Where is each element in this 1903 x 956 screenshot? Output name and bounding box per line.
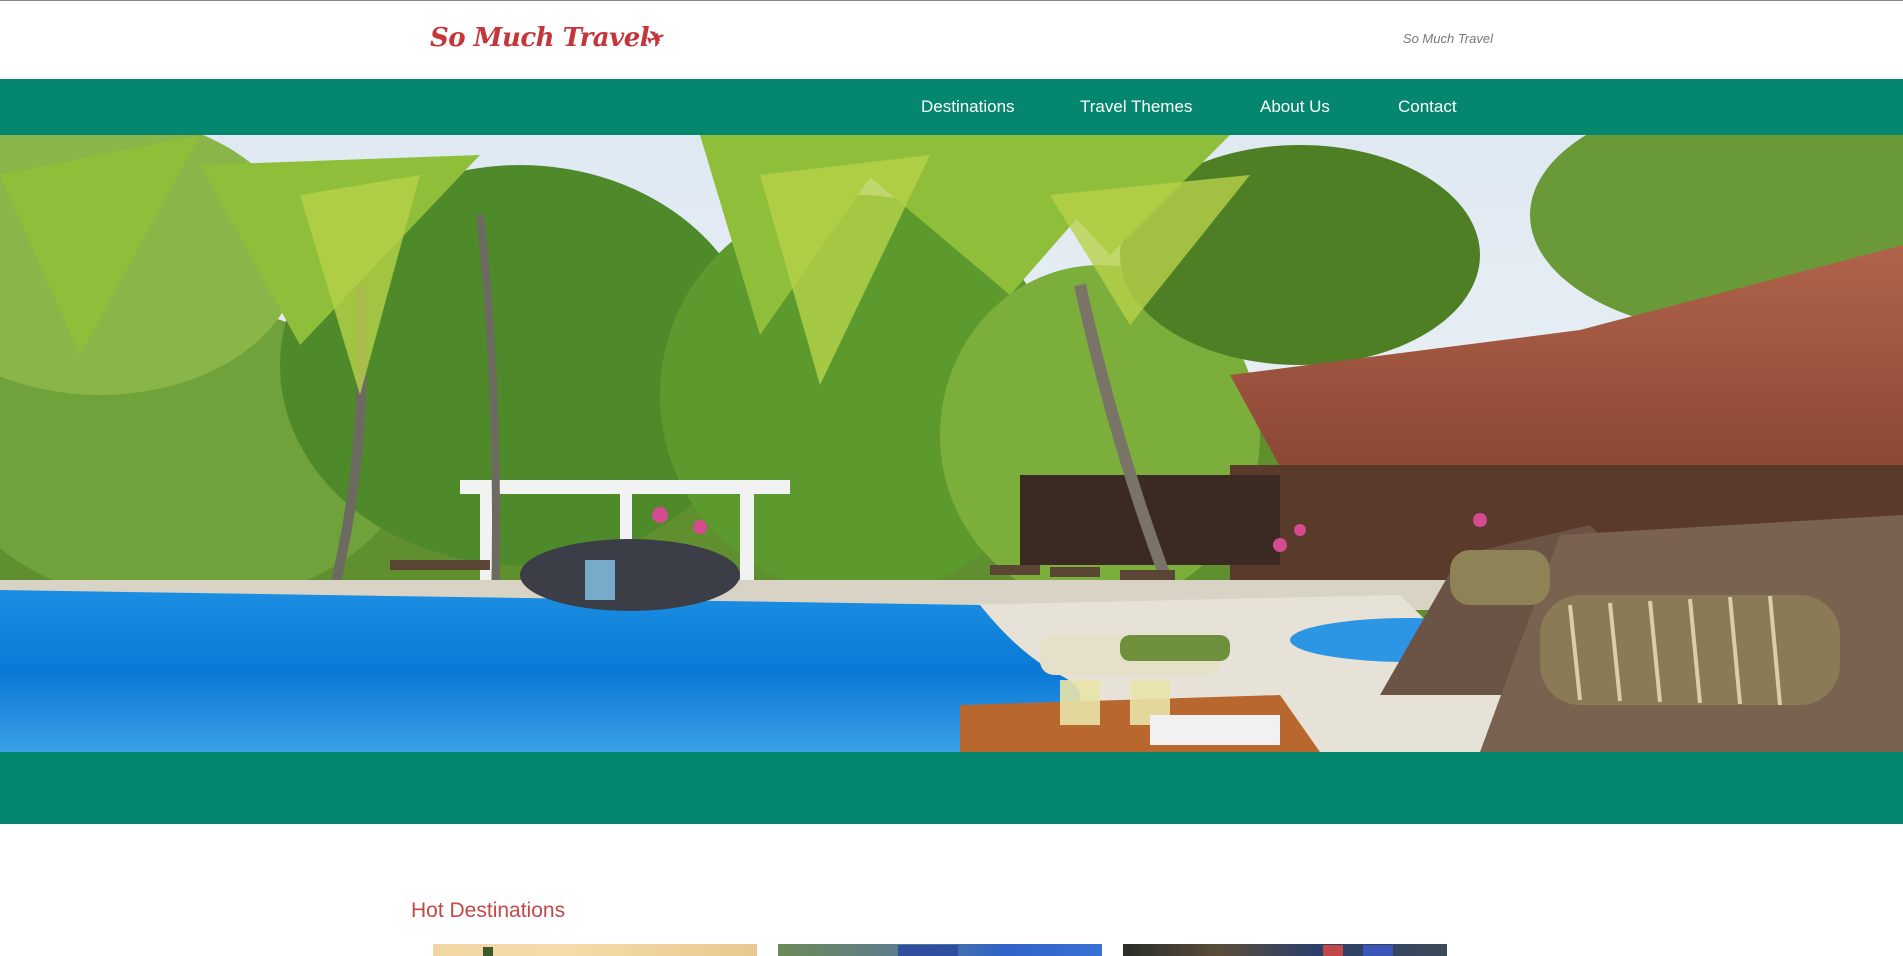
nav-item-contact[interactable]: Contact [1398, 79, 1457, 135]
hero-bottom-band [0, 752, 1903, 824]
destination-card-1[interactable] [433, 944, 757, 956]
destination-thumbnail-2 [898, 945, 958, 956]
nav-item-destinations[interactable]: Destinations [921, 79, 1015, 135]
nav-item-about-us[interactable]: About Us [1260, 79, 1330, 135]
logo-text: So Much Travel [430, 23, 650, 53]
section-title-hot-destinations: Hot Destinations [411, 899, 566, 922]
site-logo[interactable]: So Much Travel✈ [430, 23, 669, 54]
destination-thumbnail-1 [483, 947, 493, 956]
site-tagline: So Much Travel [1402, 31, 1493, 46]
destination-thumbnail-3 [1323, 945, 1393, 956]
nav-item-travel-themes[interactable]: Travel Themes [1080, 79, 1192, 135]
site-header: So Much Travel✈ So Much Travel [0, 1, 1903, 79]
hero-image [0, 135, 1903, 752]
resort-pool-illustration [0, 135, 1903, 752]
destination-card-2[interactable] [778, 944, 1102, 956]
destination-card-3[interactable] [1123, 944, 1447, 956]
main-navigation: Destinations Travel Themes About Us Cont… [0, 79, 1903, 135]
